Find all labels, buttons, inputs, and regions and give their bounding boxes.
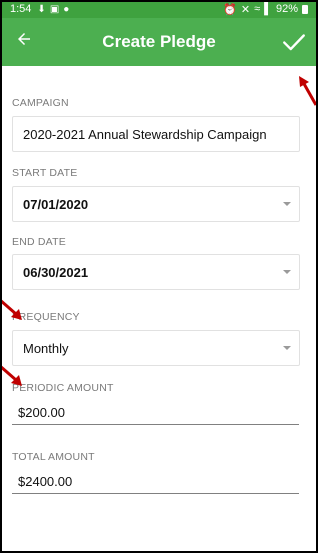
mute-icon: ✕ xyxy=(240,3,251,16)
end-date-select[interactable]: 06/30/2021 xyxy=(12,254,300,290)
frequency-value: Monthly xyxy=(23,340,69,356)
app-bar: Create Pledge xyxy=(0,18,318,66)
start-date-select[interactable]: 07/01/2020 xyxy=(12,186,300,222)
wifi-icon: ≈ xyxy=(254,3,261,15)
status-time: 1:54 xyxy=(10,3,32,15)
total-amount-label: TOTAL AMOUNT xyxy=(12,451,95,463)
end-date-value: 06/30/2021 xyxy=(23,264,89,280)
page-title: Create Pledge xyxy=(102,32,216,51)
annotation-arrow-periodic xyxy=(0,364,22,386)
status-right-icons: ⏰ ✕ ≈ ▌ 92% xyxy=(223,3,308,16)
campaign-label: CAMPAIGN xyxy=(12,97,69,109)
campaign-select[interactable]: 2020-2021 Annual Stewardship Campaign xyxy=(12,116,300,152)
battery-icon xyxy=(302,4,308,14)
total-amount-input[interactable]: $2400.00 xyxy=(12,470,299,494)
periodic-amount-input[interactable]: $200.00 xyxy=(12,401,299,425)
annotation-arrow-check xyxy=(299,76,318,106)
download-icon: ⬇ xyxy=(37,3,46,15)
save-button[interactable] xyxy=(270,18,318,66)
image-icon: ▣ xyxy=(49,3,60,15)
start-date-label: START DATE xyxy=(12,167,78,179)
dropdown-arrow-icon xyxy=(283,270,291,274)
dropdown-arrow-icon xyxy=(283,202,291,206)
battery-percent: 92% xyxy=(275,3,298,15)
alarm-icon: ⏰ xyxy=(223,3,237,16)
signal-icon: ▌ xyxy=(264,3,272,15)
dropdown-arrow-icon xyxy=(283,346,291,350)
status-left-icons: ⬇ ▣ ● xyxy=(37,4,69,15)
start-date-value: 07/01/2020 xyxy=(23,196,89,212)
annotation-arrow-frequency xyxy=(0,298,22,320)
status-bar: 1:54 ⬇ ▣ ● ⏰ ✕ ≈ ▌ 92% xyxy=(0,0,318,18)
frequency-select[interactable]: Monthly xyxy=(12,330,300,366)
location-icon: ● xyxy=(63,3,70,15)
end-date-label: END DATE xyxy=(12,236,66,248)
campaign-value: 2020-2021 Annual Stewardship Campaign xyxy=(23,126,267,142)
back-button[interactable] xyxy=(0,30,48,54)
arrow-back-icon xyxy=(18,33,30,45)
periodic-amount-label: PERIODIC AMOUNT xyxy=(12,382,114,394)
check-icon xyxy=(283,34,305,51)
